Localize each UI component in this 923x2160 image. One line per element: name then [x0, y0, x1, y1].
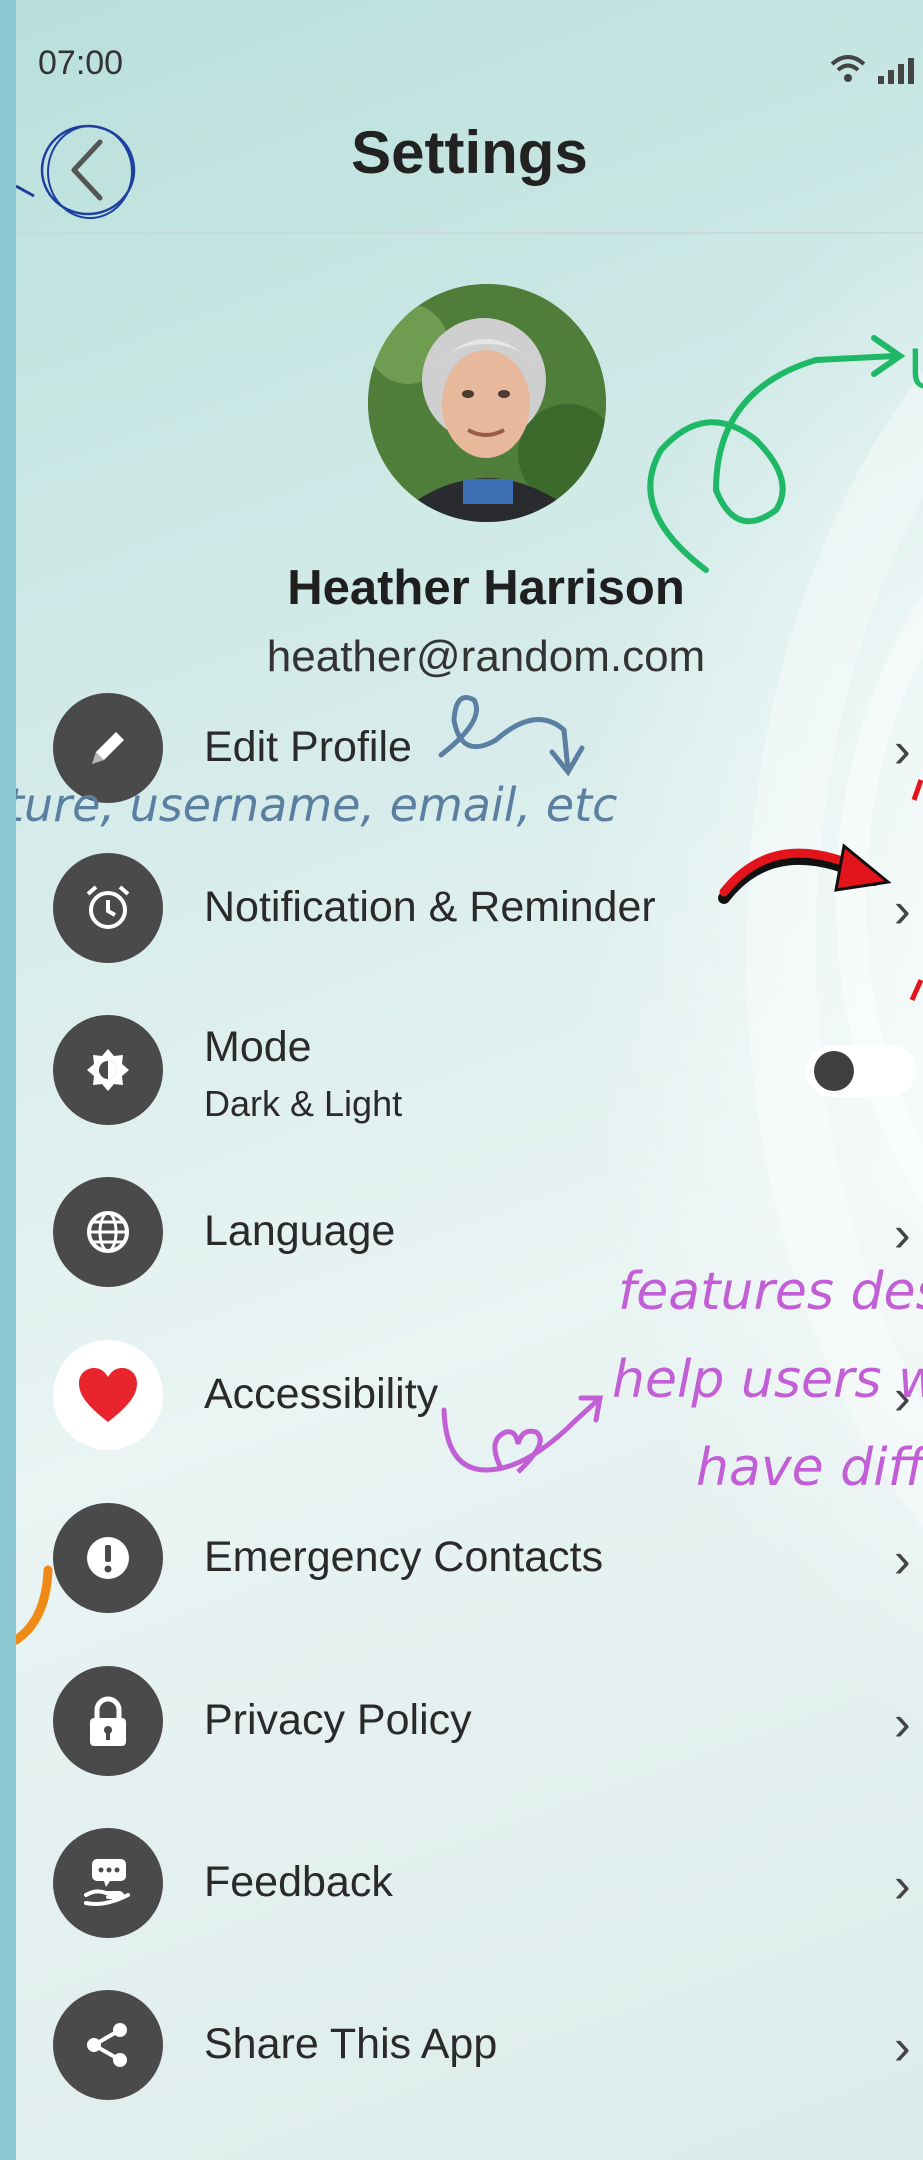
chevron-right-icon: › [894, 722, 911, 778]
annotation-accessibility-line3: have diffi [696, 1438, 923, 1498]
menu-item-mode[interactable]: Mode Dark & Light [16, 1005, 923, 1135]
blue-tick [16, 184, 35, 198]
annotation-green: U [908, 338, 923, 401]
menu-item-label: Notification & Reminder [204, 883, 656, 931]
menu-item-label: Edit Profile [204, 723, 412, 771]
menu-item-label: Accessibility [204, 1370, 439, 1418]
status-time: 07:00 [38, 44, 124, 82]
profile-name: Heather Harrison [287, 561, 685, 615]
menu-item-label: Feedback [204, 1858, 393, 1906]
chevron-right-icon: › [894, 2019, 911, 2075]
menu-item-label: Mode [204, 1023, 312, 1071]
annotation-accessibility-line2: help users w [612, 1350, 923, 1410]
wifi-icon [830, 55, 866, 82]
chevron-right-icon: › [894, 1532, 911, 1588]
feedback-hand-icon [53, 1828, 163, 1938]
annotation-accessibility-line1: features desi [618, 1262, 923, 1322]
menu-item-share-app[interactable]: Share This App › [16, 1980, 923, 2110]
left-edge-strip [0, 0, 16, 2160]
menu-item-emergency-contacts[interactable]: Emergency Contacts › [16, 1493, 923, 1623]
settings-screen: 07:00 Settings Heather Harrison heather@… [16, 0, 923, 2160]
globe-icon [53, 1177, 163, 1287]
avatar[interactable] [368, 284, 606, 522]
chevron-right-icon: › [894, 882, 911, 938]
alert-icon [53, 1503, 163, 1613]
menu-item-label: Privacy Policy [204, 1696, 472, 1744]
menu-item-sublabel: Dark & Light [204, 1083, 403, 1124]
mode-toggle[interactable] [806, 1045, 916, 1097]
chevron-right-icon: › [894, 1206, 911, 1262]
menu-item-privacy-policy[interactable]: Privacy Policy › [16, 1656, 923, 1786]
page-title: Settings [351, 119, 588, 186]
header-divider [16, 232, 923, 234]
brightness-icon [53, 1015, 163, 1125]
share-icon [53, 1990, 163, 2100]
chevron-right-icon: › [894, 1695, 911, 1751]
toggle-knob [814, 1051, 854, 1091]
annotation-edit-profile: ture, username, email, etc [16, 778, 618, 832]
alarm-clock-icon [53, 853, 163, 963]
avatar-photo [368, 284, 606, 522]
signal-icon [878, 58, 914, 84]
menu-item-notification-reminder[interactable]: Notification & Reminder › [16, 843, 923, 973]
menu-item-feedback[interactable]: Feedback › [16, 1818, 923, 1948]
heart-icon [53, 1340, 163, 1450]
chevron-right-icon: › [894, 1857, 911, 1913]
menu-item-label: Share This App [204, 2020, 498, 2068]
lock-icon [53, 1666, 163, 1776]
menu-item-label: Language [204, 1207, 396, 1255]
profile-email: heather@random.com [266, 632, 706, 681]
menu-item-label: Emergency Contacts [204, 1533, 604, 1581]
